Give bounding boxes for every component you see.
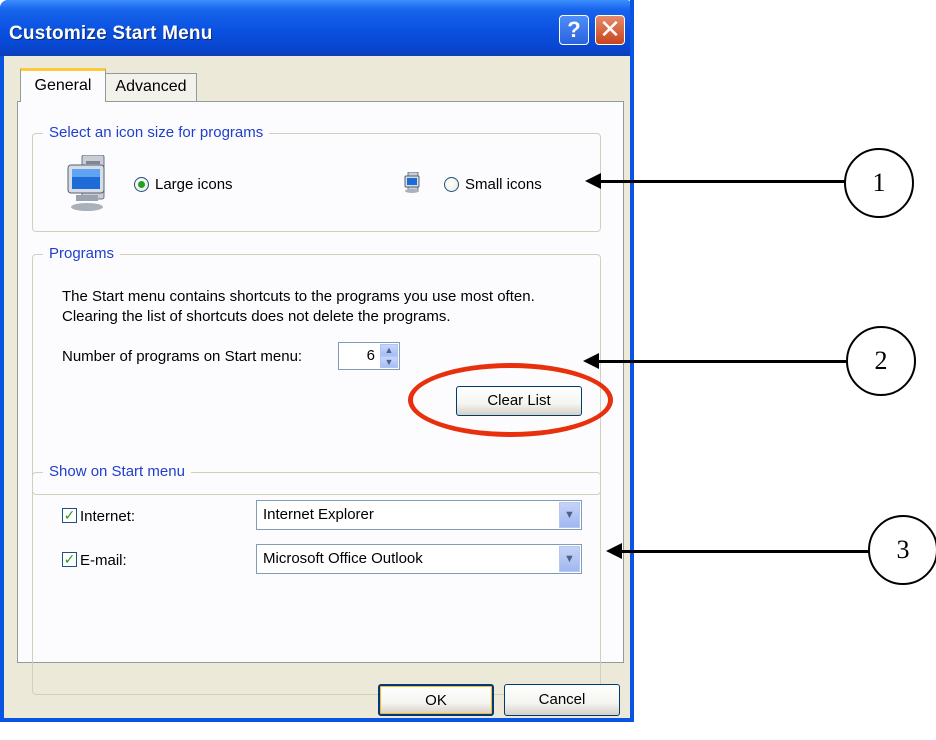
radio-selected-dot (138, 181, 145, 188)
tab-general[interactable]: General (20, 68, 106, 102)
large-computer-icon (67, 155, 105, 211)
program-count-label: Number of programs on Start menu: (62, 348, 303, 365)
annotation-circle-3: 3 (868, 515, 936, 585)
show-on-start-legend: Show on Start menu (43, 463, 191, 480)
ok-button[interactable]: OK (378, 684, 494, 716)
annotation-circle-1: 1 (844, 148, 914, 218)
icon-size-legend: Select an icon size for programs (43, 124, 270, 141)
window-frame-bottom (0, 718, 634, 722)
programs-description-line1: The Start menu contains shortcuts to the… (62, 288, 535, 305)
program-count-spinner[interactable]: 6 ▲ ▼ (338, 342, 400, 370)
internet-program-value: Internet Explorer (263, 506, 374, 523)
programs-description-line2: Clearing the list of shortcuts does not … (62, 308, 451, 325)
title-bar[interactable]: Customize Start Menu ? ✕ (0, 0, 634, 56)
arrow-3-line (619, 550, 870, 553)
chevron-down-icon[interactable]: ▼ (559, 546, 580, 572)
customize-start-menu-dialog: Customize Start Menu ? ✕ General Advance… (0, 0, 634, 722)
chevron-up-icon[interactable]: ▲ (380, 344, 398, 356)
internet-label[interactable]: Internet: (80, 508, 135, 525)
internet-program-select[interactable]: Internet Explorer ▼ (256, 500, 582, 530)
internet-checkbox[interactable]: ✓ (62, 508, 77, 523)
small-icons-label[interactable]: Small icons (465, 176, 542, 193)
email-program-select[interactable]: Microsoft Office Outlook ▼ (256, 544, 582, 574)
window-title: Customize Start Menu (9, 23, 213, 44)
cancel-button[interactable]: Cancel (504, 684, 620, 716)
email-checkbox[interactable]: ✓ (62, 552, 77, 567)
email-label[interactable]: E-mail: (80, 552, 127, 569)
clear-list-highlight-ring (408, 363, 613, 437)
spinner-arrows[interactable]: ▲ ▼ (380, 344, 398, 368)
chevron-down-icon[interactable]: ▼ (380, 356, 398, 368)
close-button[interactable]: ✕ (595, 15, 625, 45)
help-button[interactable]: ? (559, 15, 589, 45)
large-icons-label[interactable]: Large icons (155, 176, 233, 193)
tab-advanced[interactable]: Advanced (105, 73, 197, 101)
email-program-value: Microsoft Office Outlook (263, 550, 423, 567)
annotation-circle-2: 2 (846, 326, 916, 396)
small-computer-icon (404, 172, 420, 193)
small-icons-radio[interactable] (444, 177, 459, 192)
programs-legend: Programs (43, 245, 121, 262)
chevron-down-icon[interactable]: ▼ (559, 502, 580, 528)
program-count-value: 6 (366, 347, 375, 364)
large-icons-radio[interactable] (134, 177, 149, 192)
arrow-2-line (596, 360, 848, 363)
arrow-1-line (598, 180, 846, 183)
